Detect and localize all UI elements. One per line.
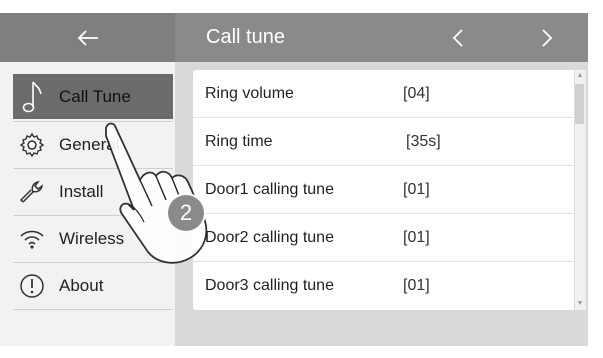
sidebar-item-label: Call Tune (59, 86, 131, 106)
sidebar-item-label: Wireless (59, 228, 125, 248)
arrow-left-icon (77, 29, 98, 46)
prev-page-button[interactable] (441, 21, 475, 55)
setting-name: Door1 calling tune (205, 180, 334, 198)
call-tune-screen: Call tune Call Tune General Install Wire… (0, 0, 603, 358)
setting-row-door3-tune[interactable]: Door3 calling tune [01] (193, 262, 575, 309)
page-title: Call tune (206, 26, 285, 48)
sidebar-item-label: Install (59, 181, 104, 201)
setting-row-ring-time[interactable]: Ring time [35s] (193, 118, 575, 165)
setting-value: [35s] (406, 132, 441, 150)
wrench-icon (13, 169, 51, 214)
setting-row-ring-volume[interactable]: Ring volume [04] (193, 70, 575, 117)
setting-name: Door3 calling tune (205, 276, 334, 294)
setting-value: [01] (403, 276, 430, 294)
sidebar-item-install[interactable]: Install (13, 169, 173, 214)
header-bar: Call tune (175, 13, 588, 62)
setting-value: [04] (403, 84, 430, 102)
chevron-left-icon (452, 29, 463, 47)
next-page-button[interactable] (530, 21, 564, 55)
setting-row-door2-tune[interactable]: Door2 calling tune [01] (193, 214, 575, 261)
settings-list: Ring volume [04] Ring time [35s] Door1 c… (193, 70, 579, 310)
sidebar-item-label: General (59, 134, 120, 154)
setting-value: [01] (403, 228, 430, 246)
scrollbar[interactable]: ▲ ▼ (574, 70, 586, 310)
back-button[interactable] (0, 13, 175, 62)
step-number-badge: 2 (168, 195, 204, 231)
sidebar-item-call-tune[interactable]: Call Tune (13, 74, 173, 119)
wifi-icon (13, 216, 51, 261)
sidebar-item-general[interactable]: General (13, 122, 173, 167)
settings-panel: Ring volume [04] Ring time [35s] Door1 c… (175, 62, 588, 346)
setting-row-door1-tune[interactable]: Door1 calling tune [01] (193, 166, 575, 213)
info-icon (13, 263, 51, 308)
setting-value: [01] (403, 180, 430, 198)
setting-name: Ring time (205, 132, 273, 150)
music-note-icon (13, 74, 51, 119)
divider (13, 309, 173, 310)
sidebar-item-label: About (59, 275, 104, 295)
setting-name: Door2 calling tune (205, 228, 334, 246)
scroll-up-icon[interactable]: ▲ (575, 71, 585, 81)
scroll-down-icon[interactable]: ▼ (575, 299, 585, 309)
sidebar: Call Tune General Install Wireless About (0, 62, 175, 346)
gear-icon (13, 122, 51, 167)
chevron-right-icon (542, 29, 553, 47)
setting-name: Ring volume (205, 84, 294, 102)
scroll-thumb[interactable] (575, 84, 584, 124)
sidebar-item-about[interactable]: About (13, 263, 173, 308)
sidebar-item-wireless[interactable]: Wireless (13, 216, 173, 261)
